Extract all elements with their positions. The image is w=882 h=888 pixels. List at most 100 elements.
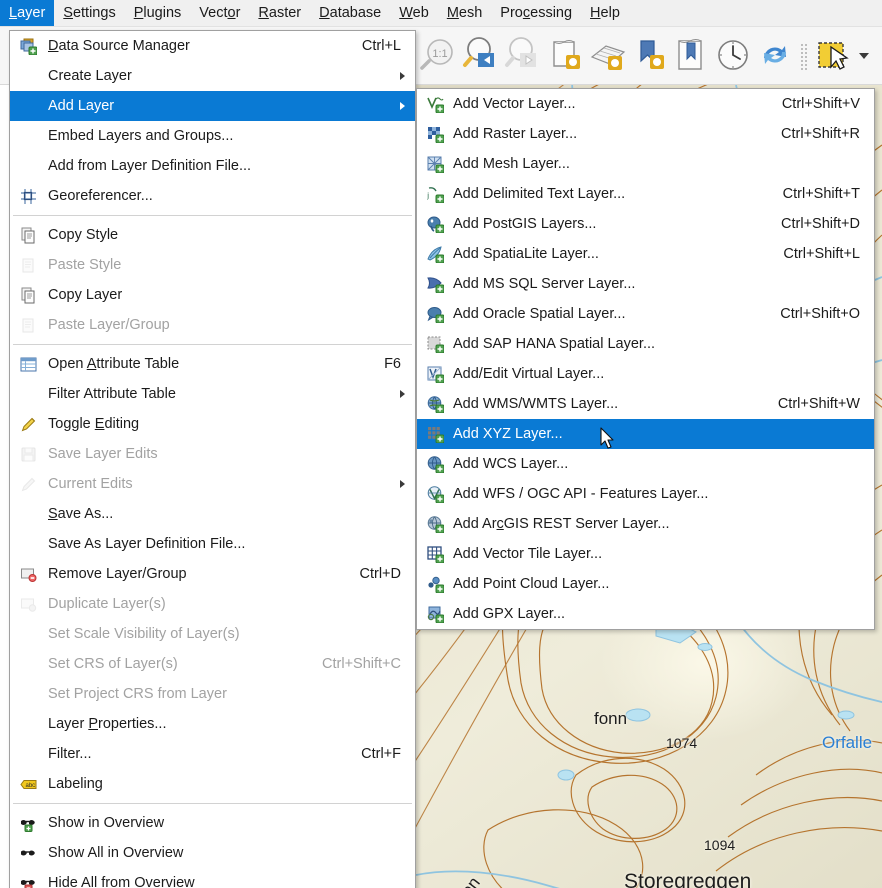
layer-menu-item-filter[interactable]: Filter... Ctrl+F [10, 739, 415, 769]
menu-item-label: Add GPX Layer... [453, 606, 566, 622]
layer-menu-item-copy-style[interactable]: Copy Style [10, 220, 415, 250]
add-layer-item-add-gpx-layer[interactable]: Add GPX Layer... [417, 599, 874, 629]
add-vector-tile-layer-icon [427, 546, 444, 563]
layer-menu-item-create-layer[interactable]: Create Layer [10, 61, 415, 91]
menu-item-label: Add PostGIS Layers... [453, 216, 597, 232]
menubar-item-plugins[interactable]: Plugins [125, 0, 191, 26]
menu-item-label: Add Raster Layer... [453, 126, 578, 142]
layer-menu-item-add-layer[interactable]: Add Layer [10, 91, 415, 121]
map-label: fonn [594, 709, 628, 728]
menubar-item-raster[interactable]: Raster [249, 0, 310, 26]
refresh-icon[interactable] [754, 33, 796, 79]
select-dropdown-icon[interactable] [853, 33, 875, 79]
add-layer-item-add-point-cloud-layer[interactable]: Add Point Cloud Layer... [417, 569, 874, 599]
menubar-item-settings[interactable]: Settings [54, 0, 124, 26]
add-wfs-layer-icon [427, 486, 444, 503]
menu-item-label: Add ArcGIS REST Server Layer... [453, 516, 670, 532]
menu-item-label: Add WCS Layer... [453, 456, 569, 472]
add-layer-item-add-mesh-layer[interactable]: Add Mesh Layer... [417, 149, 874, 179]
menu-item-label: Add Vector Tile Layer... [453, 546, 603, 562]
add-vector-layer-icon [427, 96, 444, 113]
layer-menu-item-labeling[interactable]: abc Labeling [10, 769, 415, 799]
layer-menu-item-add-from-layer-definition-file[interactable]: Add from Layer Definition File... [10, 151, 415, 181]
layer-menu-item-embed-layers-and-groups[interactable]: Embed Layers and Groups... [10, 121, 415, 151]
layer-menu-item-data-source-manager[interactable]: Data Source Manager Ctrl+L [10, 31, 415, 61]
menu-item-label: Duplicate Layer(s) [48, 596, 166, 612]
layer-menu-item-save-as[interactable]: Save As... [10, 499, 415, 529]
layer-menu-item-hide-all-from-overview[interactable]: Hide All from Overview [10, 868, 415, 888]
menubar-item-help[interactable]: Help [581, 0, 629, 26]
add-virtual-layer-icon [427, 366, 444, 383]
menubar-item-database[interactable]: Database [310, 0, 390, 26]
add-layer-item-add-vector-layer[interactable]: Add Vector Layer... Ctrl+Shift+V [417, 89, 874, 119]
deselect-features-icon[interactable]: & [875, 33, 882, 79]
menu-item-shortcut: Ctrl+Shift+O [780, 306, 860, 322]
zoom-last-icon[interactable] [460, 33, 502, 79]
layer-menu-item-georeferencer[interactable]: Georeferencer... [10, 181, 415, 211]
menubar-item-web[interactable]: Web [390, 0, 438, 26]
map-label: 1074 [666, 735, 698, 751]
paste-layer-icon [20, 317, 37, 334]
add-layer-item-add-vector-tile-layer[interactable]: Add Vector Tile Layer... [417, 539, 874, 569]
layout-manager-icon[interactable] [670, 33, 712, 79]
menu-item-shortcut: Ctrl+F [361, 746, 401, 762]
menu-item-label: Add from Layer Definition File... [48, 158, 252, 174]
temporal-controller-icon[interactable] [712, 33, 754, 79]
menu-item-shortcut: Ctrl+Shift+R [781, 126, 860, 142]
toggle-editing-icon [20, 416, 37, 433]
layer-menu-item-open-attribute-table[interactable]: Open Attribute Table F6 [10, 349, 415, 379]
zoom-one-to-one-icon[interactable]: 1:1 [418, 33, 460, 79]
add-layer-item-add-raster-layer[interactable]: Add Raster Layer... Ctrl+Shift+R [417, 119, 874, 149]
menu-item-shortcut: F6 [384, 356, 401, 372]
menubar-item-processing[interactable]: Processing [491, 0, 581, 26]
new-3d-map-view-icon[interactable] [586, 33, 628, 79]
layer-menu-item-save-layer-edits: Save Layer Edits [10, 439, 415, 469]
layer-menu-item-remove-layer-group[interactable]: Remove Layer/Group Ctrl+D [10, 559, 415, 589]
menu-item-label: Save Layer Edits [48, 446, 158, 462]
new-print-layout-icon[interactable] [628, 33, 670, 79]
menubar-item-mesh[interactable]: Mesh [438, 0, 491, 26]
menu-item-label: Copy Layer [48, 287, 123, 303]
add-layer-item-add-sap-hana-spatial-layer[interactable]: Add SAP HANA Spatial Layer... [417, 329, 874, 359]
labeling-icon: abc [20, 776, 37, 793]
hide-all-overview-icon [20, 875, 37, 888]
add-layer-item-add-wcs-layer[interactable]: Add WCS Layer... [417, 449, 874, 479]
menu-item-shortcut: Ctrl+Shift+D [781, 216, 860, 232]
layer-menu-item-toggle-editing[interactable]: Toggle Editing [10, 409, 415, 439]
menu-item-label: Layer Properties... [48, 716, 167, 732]
menu-item-shortcut: Ctrl+D [359, 566, 402, 582]
add-layer-item-add-delimited-text-layer[interactable]: ⱼ Add Delimited Text Layer... Ctrl+Shift+T [417, 179, 874, 209]
menu-item-label: Add WMS/WMTS Layer... [453, 396, 619, 412]
zoom-next-icon[interactable] [502, 33, 544, 79]
add-layer-item-add-ms-sql-server-layer[interactable]: Add MS SQL Server Layer... [417, 269, 874, 299]
menu-item-shortcut: Ctrl+Shift+L [783, 246, 860, 262]
add-layer-item-add-spatialite-layer[interactable]: Add SpatiaLite Layer... Ctrl+Shift+L [417, 239, 874, 269]
layer-menu-item-show-all-in-overview[interactable]: Show All in Overview [10, 838, 415, 868]
menu-item-label: Set Project CRS from Layer [48, 686, 227, 702]
add-layer-item-add-oracle-spatial-layer[interactable]: Add Oracle Spatial Layer... Ctrl+Shift+O [417, 299, 874, 329]
select-features-icon[interactable] [811, 33, 853, 79]
layer-menu-item-paste-style: Paste Style [10, 250, 415, 280]
menubar-item-vector[interactable]: Vector [190, 0, 249, 26]
add-layer-item-add-arcgis-rest-server-layer[interactable]: Add ArcGIS REST Server Layer... [417, 509, 874, 539]
add-postgis-layer-icon [427, 216, 444, 233]
add-layer-item-add-wms-wmts-layer[interactable]: Add WMS/WMTS Layer... Ctrl+Shift+W [417, 389, 874, 419]
menu-item-label: Copy Style [48, 227, 119, 243]
new-map-view-icon[interactable] [544, 33, 586, 79]
add-oracle-layer-icon [427, 306, 444, 323]
add-layer-item-add-xyz-layer[interactable]: Add XYZ Layer... [417, 419, 874, 449]
add-layer-item-add-edit-virtual-layer[interactable]: Add/Edit Virtual Layer... [417, 359, 874, 389]
layer-menu-item-layer-properties[interactable]: Layer Properties... [10, 709, 415, 739]
layer-menu-item-save-as-layer-definition-file[interactable]: Save As Layer Definition File... [10, 529, 415, 559]
menubar-item-layer[interactable]: Layer [0, 0, 55, 26]
map-label: 1094 [704, 837, 736, 853]
menu-item-label: Hide All from Overview [48, 875, 195, 888]
duplicate-layer-icon [20, 596, 37, 613]
layer-menu-item-show-in-overview[interactable]: Show in Overview [10, 808, 415, 838]
layer-menu-item-copy-layer[interactable]: Copy Layer [10, 280, 415, 310]
add-layer-item-add-postgis-layers[interactable]: Add PostGIS Layers... Ctrl+Shift+D [417, 209, 874, 239]
add-layer-item-add-wfs-ogc-api-features-layer[interactable]: Add WFS / OGC API - Features Layer... [417, 479, 874, 509]
menu-item-label: Add SAP HANA Spatial Layer... [453, 336, 656, 352]
menu-item-label: Add Layer [48, 98, 115, 114]
layer-menu-item-filter-attribute-table[interactable]: Filter Attribute Table [10, 379, 415, 409]
